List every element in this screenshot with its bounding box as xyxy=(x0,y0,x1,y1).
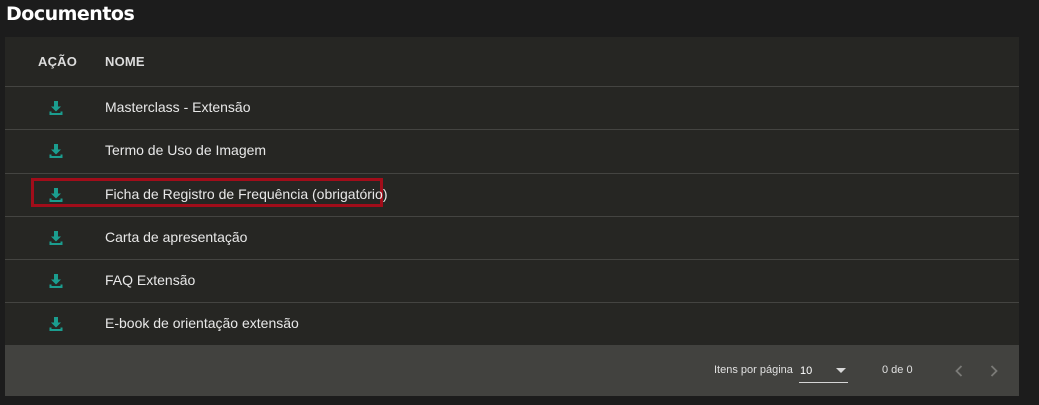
table-row: Ficha de Registro de Frequência (obrigat… xyxy=(5,174,1019,217)
chevron-right-icon xyxy=(990,365,998,377)
previous-page-button[interactable] xyxy=(949,361,969,381)
items-per-page-label: Itens por página xyxy=(714,364,793,376)
document-name: Masterclass - Extensão xyxy=(105,99,251,115)
chevron-left-icon xyxy=(955,365,963,377)
table-body: Masterclass - Extensão Termo de Uso de Im… xyxy=(5,87,1019,346)
items-per-page-value: 10 xyxy=(800,365,813,377)
download-icon xyxy=(49,187,63,202)
range-label: 0 de 0 xyxy=(882,364,913,376)
download-icon xyxy=(49,144,63,159)
items-per-page-select[interactable]: 10 xyxy=(799,358,848,383)
document-name: Termo de Uso de Imagem xyxy=(105,142,267,159)
document-name: Carta de apresentação xyxy=(105,228,248,245)
download-button[interactable] xyxy=(48,100,64,116)
page-title: Documentos xyxy=(6,3,135,25)
download-button[interactable] xyxy=(48,143,64,159)
document-name: FAQ Extensão xyxy=(105,272,196,289)
column-header-name: NOME xyxy=(105,54,145,69)
download-button[interactable] xyxy=(48,187,64,203)
table-row: Termo de Uso de Imagem xyxy=(5,130,1019,174)
download-button[interactable] xyxy=(48,273,64,289)
column-header-action: AÇÃO xyxy=(38,54,78,69)
table-header: AÇÃO NOME xyxy=(5,37,1019,87)
download-icon xyxy=(49,274,63,289)
next-page-button[interactable] xyxy=(984,361,1004,381)
dropdown-arrow-icon xyxy=(836,368,846,373)
table-row: Masterclass - Extensão xyxy=(5,87,1019,131)
document-name: Ficha de Registro de Frequência (obrigat… xyxy=(105,185,388,202)
document-name: E-book de orientação extensão xyxy=(105,315,299,332)
paginator: Itens por página 10 0 de 0 xyxy=(5,345,1019,396)
table-row: Carta de apresentação xyxy=(5,217,1019,261)
download-button[interactable] xyxy=(48,316,64,332)
download-icon xyxy=(49,317,63,332)
table-row: FAQ Extensão xyxy=(5,260,1019,304)
download-button[interactable] xyxy=(48,230,64,246)
table-row: E-book de orientação extensão xyxy=(5,303,1019,345)
download-icon xyxy=(49,101,63,115)
documents-table: AÇÃO NOME Masterclass - Extensão Termo de… xyxy=(5,37,1019,396)
download-icon xyxy=(49,230,63,245)
